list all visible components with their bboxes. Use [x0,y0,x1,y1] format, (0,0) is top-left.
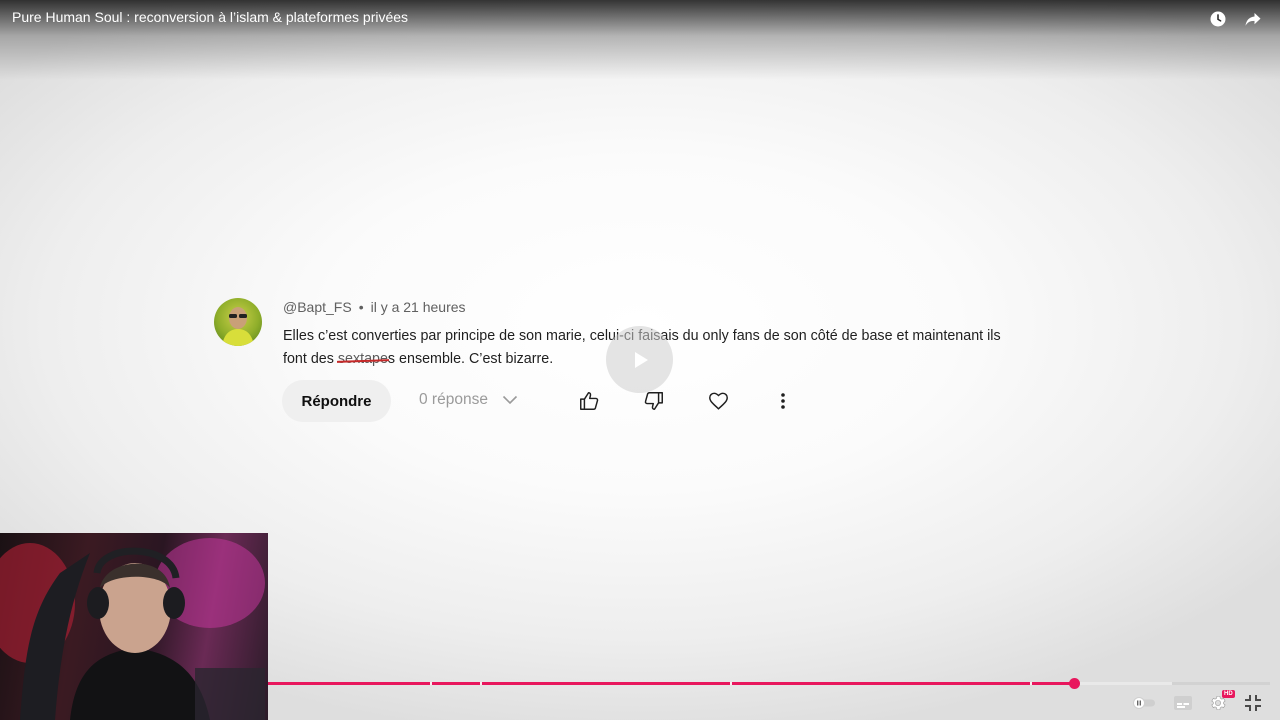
reply-button[interactable]: Répondre [282,380,391,422]
avatar-image [222,307,254,346]
struck-word: sextape [338,348,388,371]
scrubber-handle[interactable] [1068,678,1080,689]
quality-badge: HD [1222,690,1235,698]
subtitles-icon[interactable] [1171,692,1195,714]
meta-separator: • [358,299,364,315]
chapter-marker [729,682,732,685]
progress-fill [268,682,1074,685]
dislike-icon[interactable] [642,389,666,413]
chapter-marker [1029,682,1032,685]
more-options-icon[interactable] [771,389,795,413]
comment-text-pre: font des [283,351,338,367]
avatar[interactable] [214,298,262,346]
replies-count: 0 réponse [419,391,488,408]
webcam-overlay [0,533,268,720]
comment-text-post: s ensemble. C’est bizarre. [387,351,554,367]
play-icon [634,351,648,368]
chapter-marker [480,682,483,685]
watch-later-icon[interactable] [1207,8,1229,30]
chapter-marker [430,682,433,685]
replies-toggle[interactable]: 0 réponse [419,391,518,409]
heart-icon[interactable] [706,389,730,413]
play-button[interactable] [606,326,673,393]
like-icon[interactable] [577,389,601,413]
progress-bar[interactable] [268,678,1270,689]
autoplay-toggle-icon[interactable] [1133,692,1157,714]
comment-time[interactable]: il y a 21 heures [371,299,466,315]
comment-author[interactable]: @Bapt_FS [283,299,352,315]
exit-fullscreen-icon[interactable] [1241,692,1265,714]
share-icon[interactable] [1242,8,1264,30]
chevron-down-icon [502,395,518,405]
comment-meta: @Bapt_FS • il y a 21 heures [283,299,466,315]
comment-text: Elles c’est converties par principe de s… [283,325,1073,371]
webcam-image [0,538,265,720]
video-title[interactable]: Pure Human Soul : reconversion à l’islam… [12,9,408,25]
